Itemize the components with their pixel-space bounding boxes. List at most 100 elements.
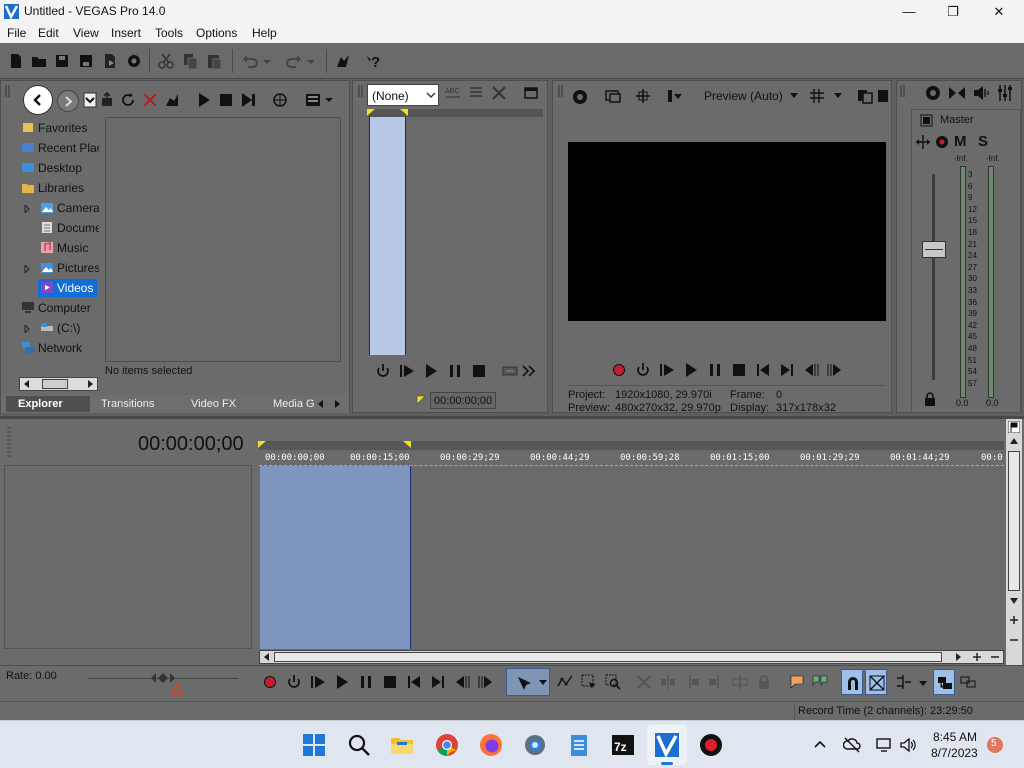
menu-options[interactable]: Options [196, 26, 237, 40]
snapping-toggle-button[interactable] [841, 669, 863, 695]
marker-flag-icon[interactable] [1008, 421, 1020, 433]
scroll-thumb[interactable] [1008, 451, 1020, 591]
undo-dropdown-icon[interactable] [262, 52, 272, 70]
notification-badge[interactable]: 5 [987, 737, 1003, 753]
previous-frame-icon[interactable] [454, 674, 470, 690]
preview-external-monitor-icon[interactable] [605, 88, 621, 104]
up-one-level-icon[interactable] [99, 92, 115, 108]
pause-icon[interactable] [447, 363, 463, 379]
lock-envelopes-toggle-button[interactable] [933, 669, 955, 695]
file-list[interactable] [105, 117, 341, 362]
zoom-edit-tool-icon[interactable] [605, 674, 621, 690]
views-dropdown-icon[interactable] [304, 92, 334, 108]
tab-explorer[interactable]: Explorer [6, 396, 90, 412]
track-header-list[interactable] [4, 465, 252, 649]
redo-icon[interactable] [285, 52, 303, 70]
zoom-in-horizontal-icon[interactable] [972, 652, 982, 662]
paste-icon[interactable] [205, 52, 223, 70]
show-hidden-icons-chevron-icon[interactable] [813, 738, 827, 752]
timeline-vertical-scrollbar[interactable] [1006, 419, 1022, 665]
loop-playback-icon[interactable] [286, 674, 302, 690]
zoom-out-horizontal-icon[interactable] [990, 652, 1000, 662]
menu-insert[interactable]: Insert [111, 26, 141, 40]
in-point-marker-icon[interactable] [367, 109, 375, 116]
tree-horizontal-scrollbar[interactable] [19, 377, 98, 391]
tree-item-computer[interactable]: Computer [21, 301, 91, 315]
insert-marker-icon[interactable] [789, 674, 805, 690]
redo-dropdown-icon[interactable] [306, 52, 316, 70]
tab-video-fx[interactable]: Video FX [191, 396, 236, 412]
mixer-properties-gear-icon[interactable] [924, 84, 942, 102]
preview-quality-dropdown[interactable]: Preview (Auto) [704, 89, 783, 103]
menu-file[interactable]: File [7, 26, 26, 40]
normal-edit-tool-button[interactable] [506, 668, 550, 696]
panel-grip-icon[interactable] [557, 85, 565, 97]
volume-fader-track[interactable] [932, 174, 935, 380]
loop-region-bar[interactable] [259, 441, 1004, 450]
video-preview-display[interactable] [568, 142, 886, 321]
loop-selection-region[interactable] [260, 466, 411, 649]
network-display-icon[interactable] [875, 736, 893, 754]
trim-icon[interactable] [660, 674, 676, 690]
stop-icon[interactable] [382, 674, 398, 690]
rate-slider-thumb-icon[interactable] [150, 671, 176, 685]
onedrive-cloud-icon[interactable] [843, 736, 861, 754]
go-to-start-icon[interactable] [755, 362, 771, 378]
tree-item-libraries[interactable]: Libraries [21, 181, 84, 195]
new-file-icon[interactable] [7, 52, 25, 70]
path-dropdown-icon[interactable] [83, 92, 97, 108]
expand-arrow-icon[interactable] [24, 205, 30, 213]
undo-icon[interactable] [241, 52, 259, 70]
scroll-right-icon[interactable] [954, 653, 962, 661]
tree-item-favorites[interactable]: Favorites [21, 121, 87, 135]
save-icon[interactable] [53, 52, 71, 70]
downmix-output-icon[interactable] [948, 84, 966, 102]
start-preview-icon[interactable] [196, 92, 212, 108]
tree-item-music[interactable]: Music [40, 241, 88, 255]
trim-end-icon[interactable] [708, 674, 724, 690]
tree-item-videos[interactable]: Videos [38, 279, 98, 297]
envelope-edit-tool-icon[interactable] [557, 674, 573, 690]
scroll-thumb[interactable] [274, 652, 942, 662]
trimmer-ruler[interactable] [367, 109, 543, 117]
scroll-left-icon[interactable] [23, 380, 31, 388]
menu-edit[interactable]: Edit [38, 26, 59, 40]
zoom-out-vertical-icon[interactable] [1009, 635, 1019, 645]
tree-item-recent-places[interactable]: Recent Plac [21, 141, 99, 155]
auto-preview-icon[interactable] [240, 92, 256, 108]
expand-arrow-icon[interactable] [24, 265, 30, 273]
stop-preview-icon[interactable] [218, 92, 234, 108]
search-icon[interactable] [346, 732, 372, 758]
play-icon[interactable] [683, 362, 699, 378]
next-frame-icon[interactable] [478, 674, 494, 690]
volume-speaker-icon[interactable] [899, 736, 917, 754]
firefox-icon[interactable] [478, 732, 504, 758]
scroll-left-icon[interactable] [263, 653, 271, 661]
play-icon[interactable] [334, 674, 350, 690]
tabs-scroll-right-icon[interactable] [332, 399, 342, 409]
tree-item-pictures[interactable]: Pictures [40, 261, 99, 275]
scroll-thumb[interactable] [42, 379, 68, 389]
pause-icon[interactable] [707, 362, 723, 378]
close-button[interactable]: ✕ [976, 0, 1022, 23]
scroll-right-icon[interactable] [86, 380, 94, 388]
tree-item-desktop[interactable]: Desktop [21, 161, 82, 175]
loop-playback-icon[interactable] [635, 362, 651, 378]
insert-region-icon[interactable] [812, 674, 828, 690]
pause-icon[interactable] [358, 674, 374, 690]
go-to-start-icon[interactable] [406, 674, 422, 690]
trimmer-window-icon[interactable] [523, 85, 539, 101]
loop-start-marker-icon[interactable] [258, 441, 266, 448]
record-icon[interactable] [611, 362, 627, 378]
go-to-end-icon[interactable] [430, 674, 446, 690]
next-frame-icon[interactable] [827, 362, 843, 378]
tree-item-documents[interactable]: Docume [40, 221, 99, 235]
settings-gear-icon[interactable] [522, 732, 548, 758]
chevron-down-icon[interactable] [789, 92, 799, 100]
scroll-down-icon[interactable] [1009, 597, 1019, 605]
preview-quality-dropdown-arrow-icon[interactable] [667, 88, 683, 104]
time-ruler[interactable]: 00:00:00;00 00:00:15;00 00:00:29;29 00:0… [259, 450, 1004, 466]
tree-item-network[interactable]: Network [21, 341, 82, 355]
menu-help[interactable]: Help [252, 26, 277, 40]
clock-date[interactable]: 8/7/2023 [931, 746, 978, 760]
